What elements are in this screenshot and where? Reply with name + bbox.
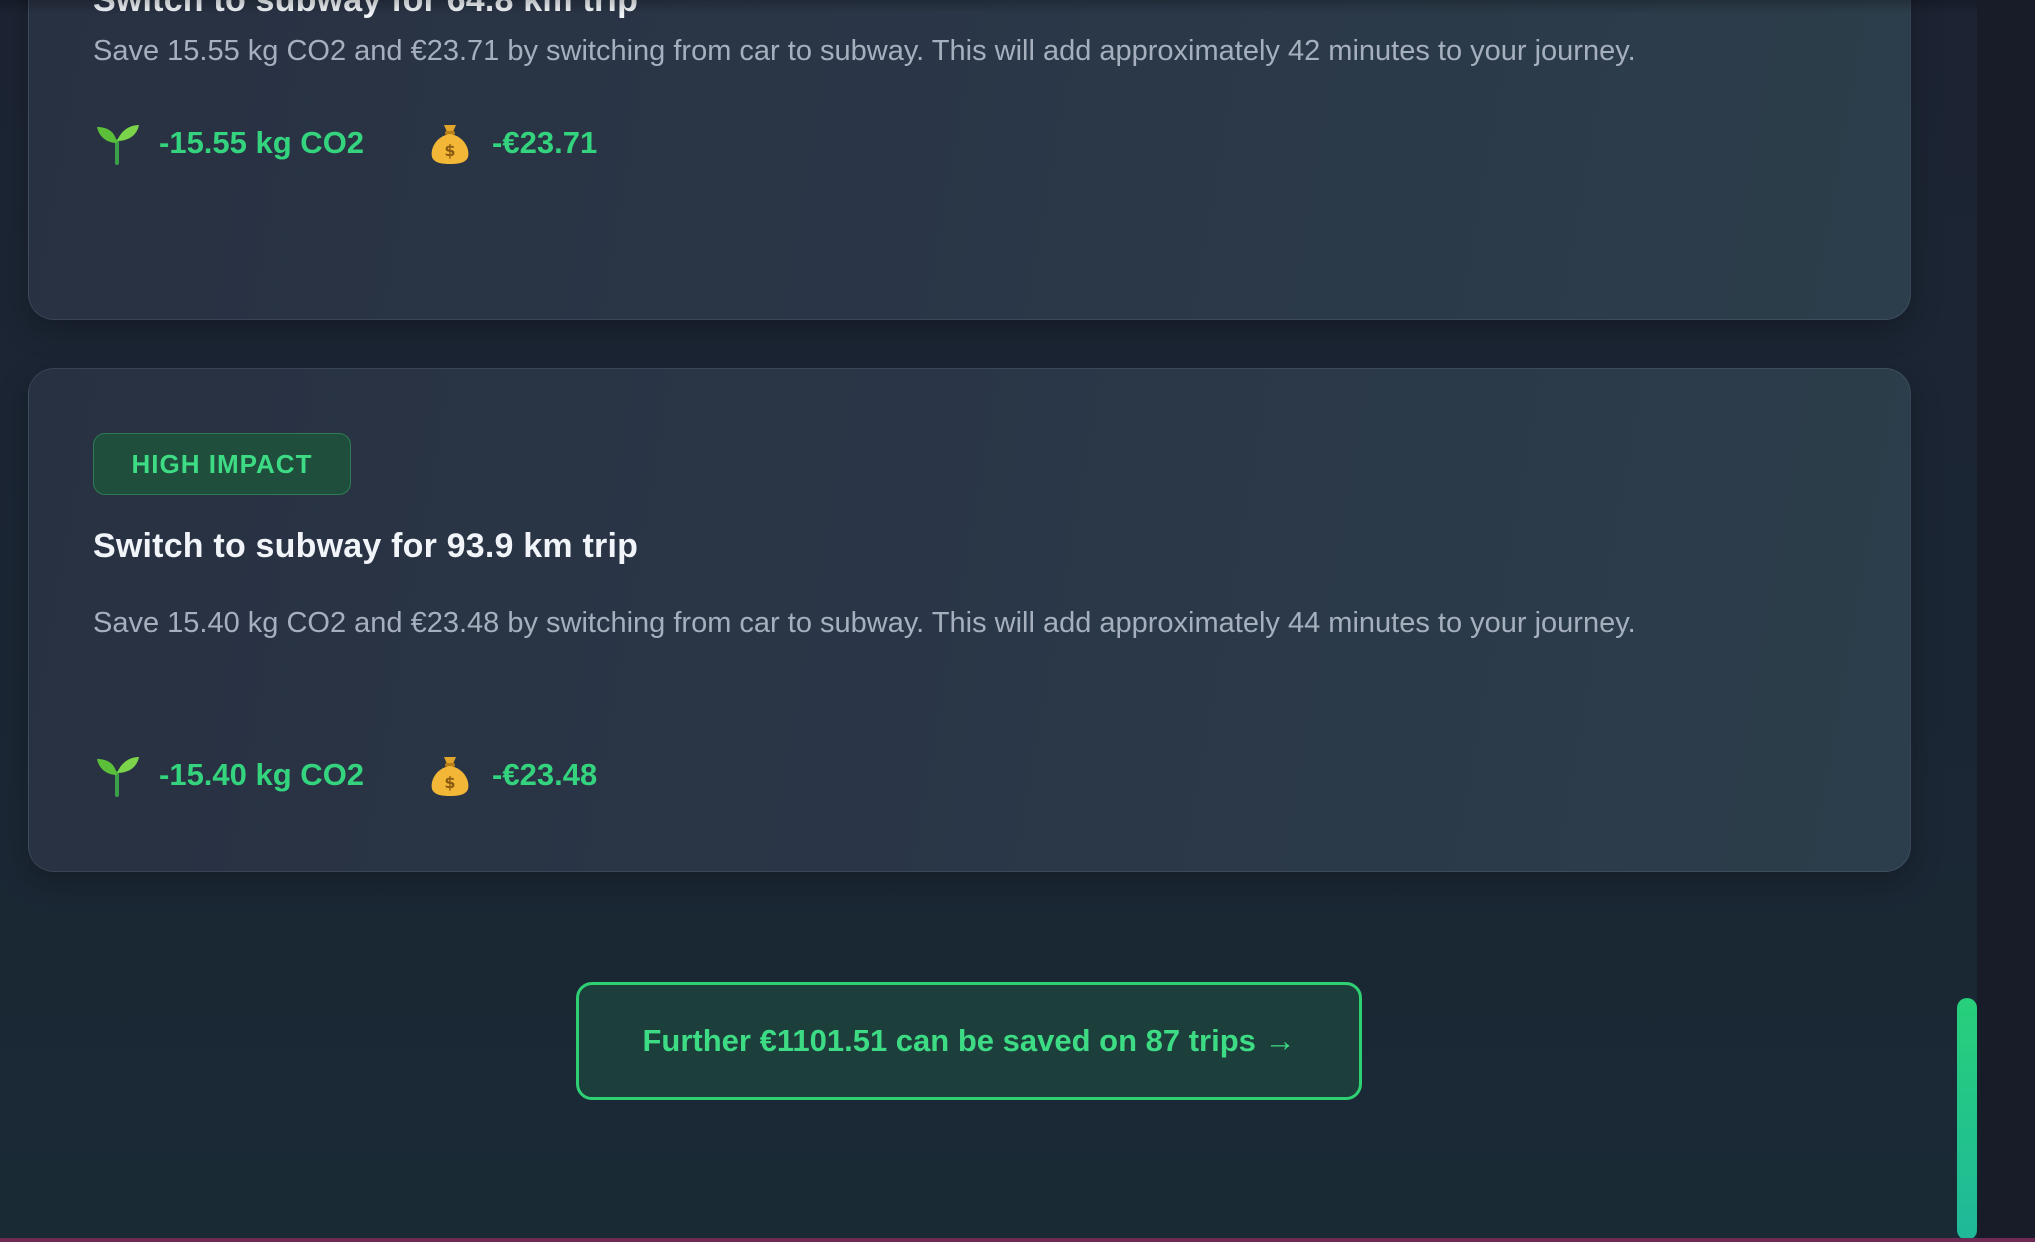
money-value: -€23.48 bbox=[492, 757, 598, 792]
suggestion-card: HIGH IMPACT Switch to subway for 93.9 km… bbox=[28, 368, 1911, 872]
seedling-icon bbox=[93, 119, 141, 167]
money-bag-icon: $ bbox=[426, 751, 474, 799]
suggestion-card: Switch to subway for 64.8 km trip Save 1… bbox=[28, 0, 1911, 320]
money-saving: $ -€23.71 bbox=[426, 119, 597, 167]
co2-value: -15.40 kg CO2 bbox=[159, 757, 365, 792]
bottom-border bbox=[0, 1238, 2035, 1242]
svg-text:$: $ bbox=[444, 141, 455, 160]
money-saving: $ -€23.48 bbox=[426, 751, 597, 799]
svg-text:$: $ bbox=[444, 773, 455, 792]
co2-saving: -15.55 kg CO2 bbox=[93, 119, 364, 167]
further-savings-button[interactable]: Further €1101.51 can be saved on 87 trip… bbox=[576, 982, 1362, 1100]
scrollbar-track[interactable] bbox=[1977, 0, 2035, 1242]
suggestions-list: Switch to subway for 64.8 km trip Save 1… bbox=[0, 0, 1977, 1242]
money-value: -€23.71 bbox=[492, 125, 598, 160]
suggestion-title: Switch to subway for 93.9 km trip bbox=[93, 527, 639, 565]
suggestion-description: Save 15.55 kg CO2 and €23.71 by switchin… bbox=[93, 35, 1636, 67]
suggestion-metrics: -15.40 kg CO2 $ -€23.48 bbox=[93, 751, 597, 799]
top-fade bbox=[0, 0, 1977, 14]
co2-saving: -15.40 kg CO2 bbox=[93, 751, 364, 799]
impact-badge: HIGH IMPACT bbox=[93, 433, 351, 495]
co2-value: -15.55 kg CO2 bbox=[159, 125, 365, 160]
seedling-icon bbox=[93, 751, 141, 799]
scrollbar-thumb[interactable] bbox=[1957, 998, 1977, 1240]
money-bag-icon: $ bbox=[426, 119, 474, 167]
suggestion-metrics: -15.55 kg CO2 $ -€23.71 bbox=[93, 119, 597, 167]
suggestion-description: Save 15.40 kg CO2 and €23.48 by switchin… bbox=[93, 607, 1636, 639]
